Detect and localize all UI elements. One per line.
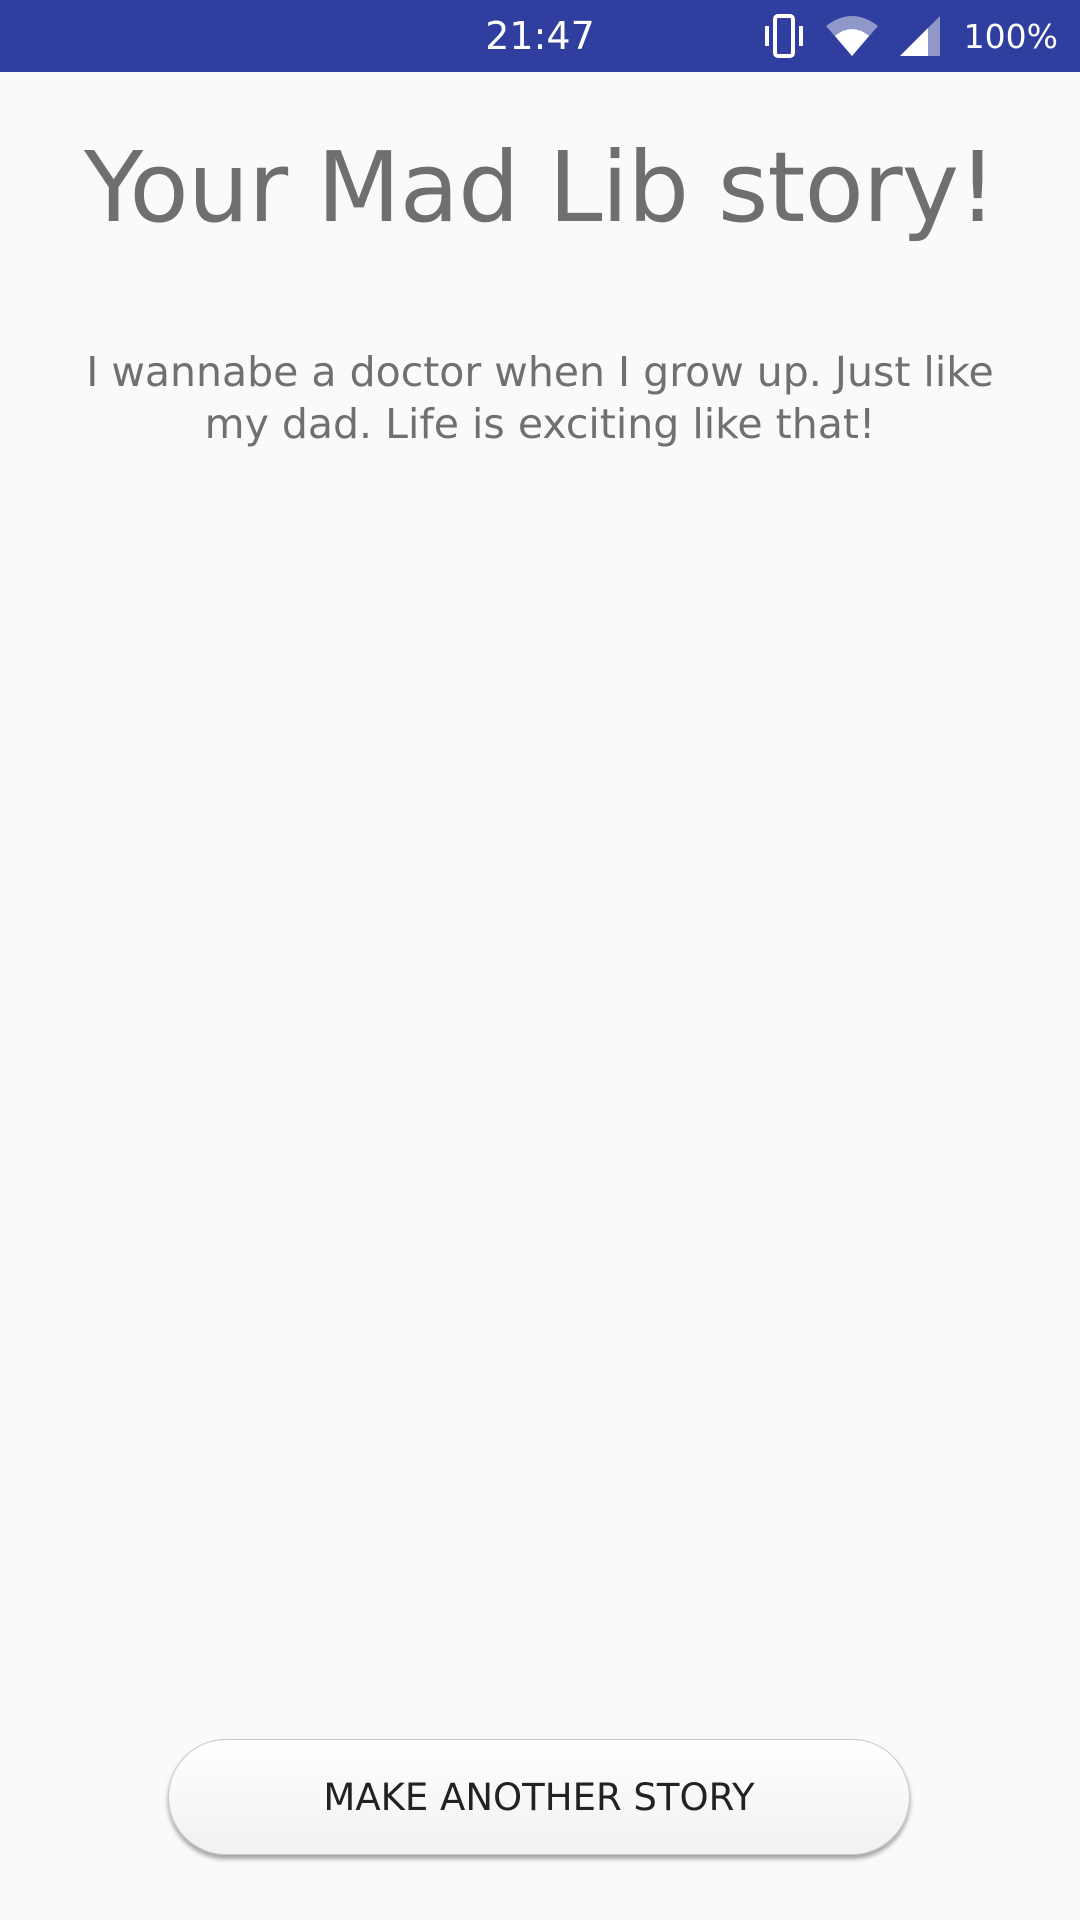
status-icons: 100%	[762, 0, 1058, 72]
make-another-story-button[interactable]: MAKE ANOTHER STORY	[168, 1739, 910, 1855]
vibrate-icon	[764, 14, 803, 58]
wifi-icon	[825, 16, 878, 56]
make-another-story-label: MAKE ANOTHER STORY	[323, 1775, 755, 1819]
battery-percentage: 100%	[963, 16, 1058, 56]
signal-icon	[899, 16, 940, 56]
page-title: Your Mad Lib story!	[84, 131, 997, 244]
story-text: I wannabe a doctor when I grow up. Just …	[86, 348, 994, 448]
status-bar: 21:47 100%	[0, 0, 1080, 72]
screen: 21:47 100% Your Mad Lib story! I wannabe…	[0, 0, 1080, 1920]
